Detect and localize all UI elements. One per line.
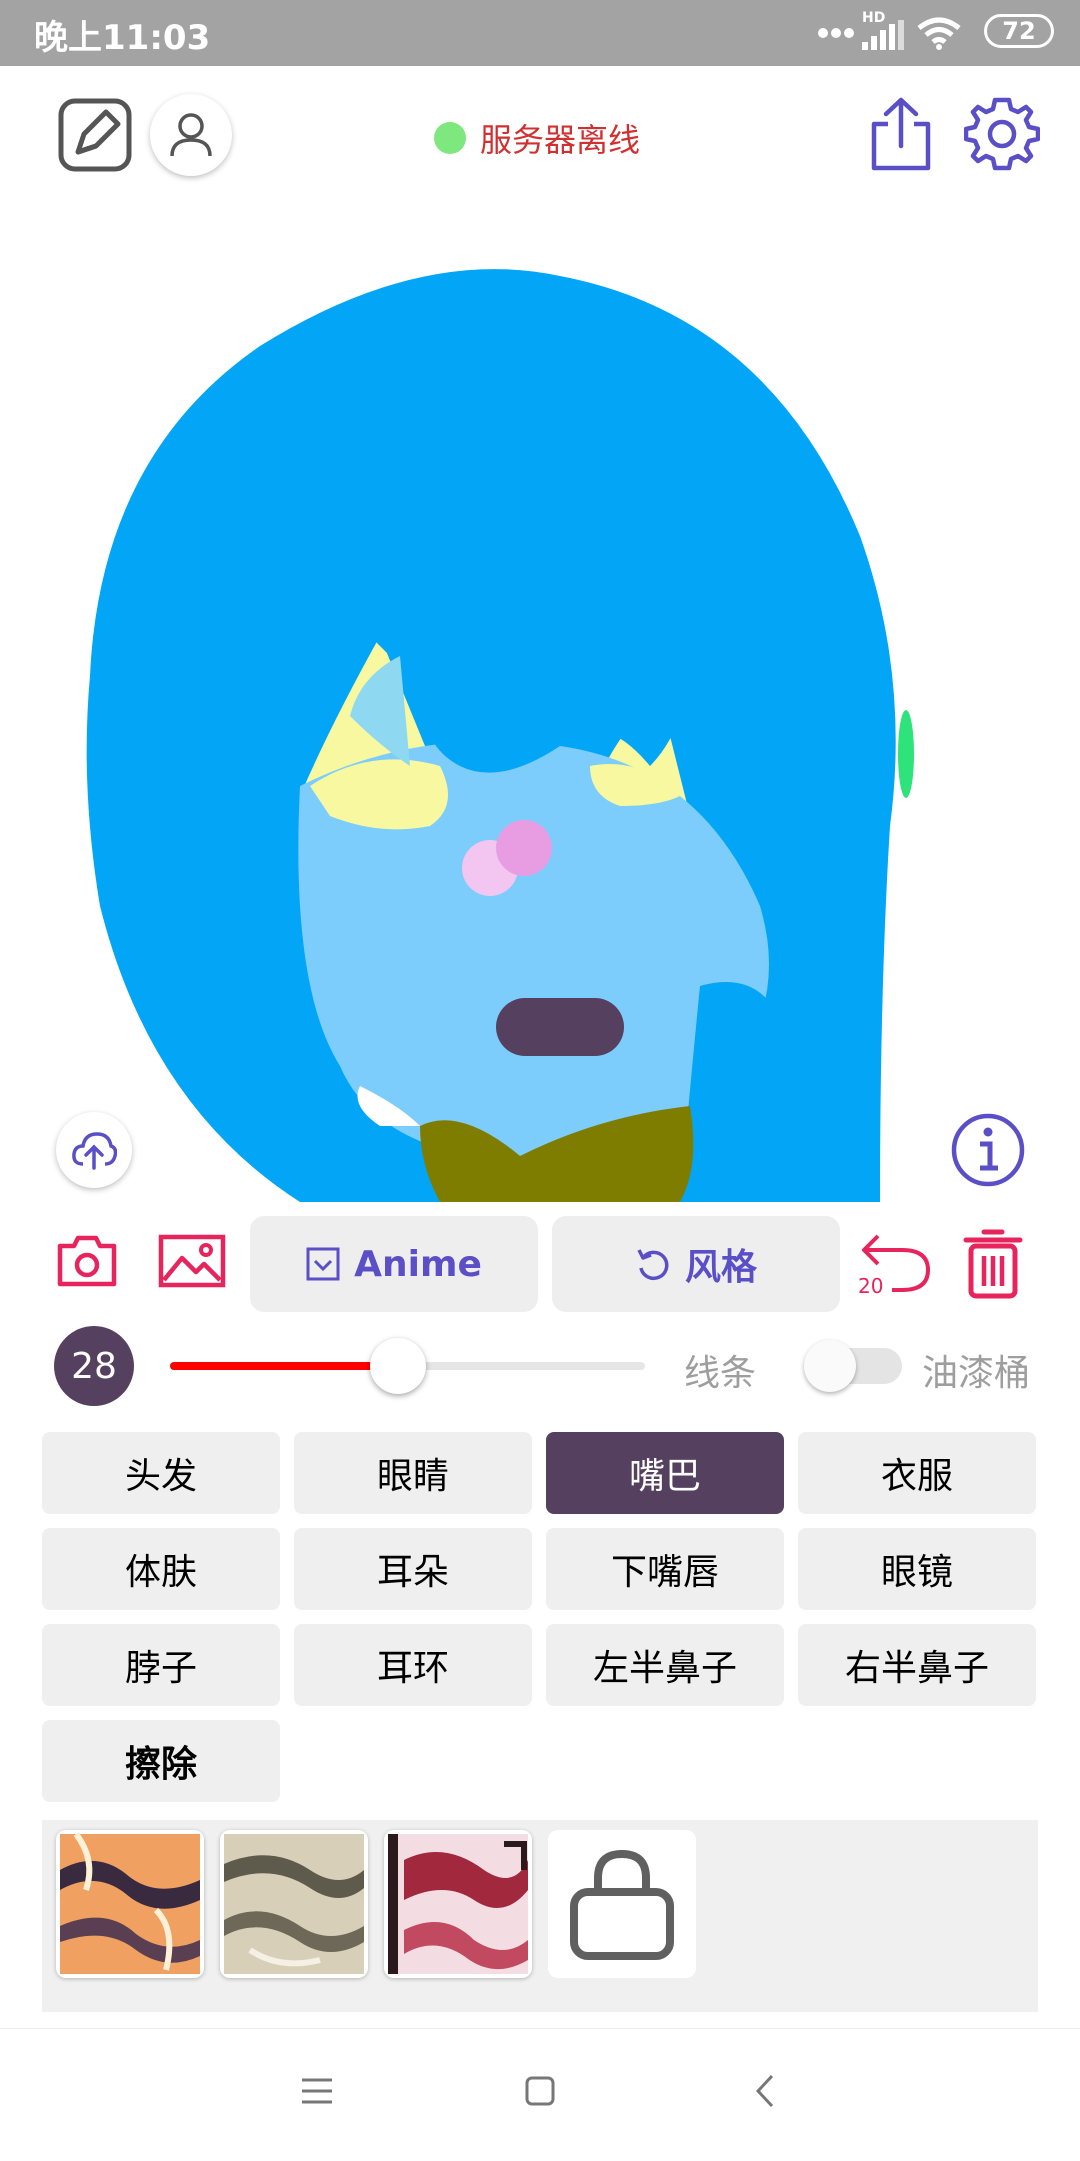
upload-button[interactable] bbox=[56, 1112, 132, 1188]
texture-crimson-swatch bbox=[388, 1834, 528, 1974]
image-icon bbox=[158, 1234, 226, 1288]
share-icon bbox=[871, 97, 931, 171]
user-icon bbox=[170, 113, 212, 157]
lines-label: 线条 bbox=[684, 1353, 757, 1394]
edit-sketch-button[interactable] bbox=[58, 98, 132, 172]
paint-bucket-label: 油漆桶 bbox=[922, 1353, 1031, 1394]
part-button[interactable]: 耳朵 bbox=[294, 1528, 532, 1610]
server-status-dot bbox=[434, 122, 466, 154]
status-bar: 晚上11:03 HD 72 bbox=[0, 0, 1080, 66]
drawing-canvas[interactable] bbox=[0, 206, 1080, 1202]
signal-icon bbox=[862, 20, 904, 50]
brush-size-slider-thumb[interactable] bbox=[370, 1338, 426, 1394]
part-button[interactable]: 下嘴唇 bbox=[546, 1528, 784, 1610]
edit-sketch-icon bbox=[58, 98, 132, 172]
more-dots-icon bbox=[818, 28, 854, 38]
parts-grid: 头发 眼睛 嘴巴 衣服体肤 耳朵 下嘴唇 眼镜脖子 耳环 左半鼻子 右半鼻子擦除 bbox=[42, 1432, 1036, 1802]
server-status: 服务器离线 bbox=[434, 118, 641, 159]
texture-crimson[interactable] bbox=[384, 1830, 532, 1978]
info-button[interactable] bbox=[950, 1112, 1026, 1188]
part-button[interactable]: 脖子 bbox=[42, 1624, 280, 1706]
share-button[interactable] bbox=[868, 96, 934, 172]
texture-orange[interactable] bbox=[56, 1830, 204, 1978]
part-button[interactable]: 右半鼻子 bbox=[798, 1624, 1036, 1706]
gallery-button[interactable] bbox=[158, 1234, 226, 1288]
home-icon[interactable] bbox=[524, 2075, 556, 2107]
camera-icon bbox=[57, 1235, 117, 1287]
undo-button[interactable]: 20 bbox=[858, 1232, 932, 1302]
settings-button[interactable] bbox=[963, 96, 1041, 172]
gear-icon bbox=[963, 97, 1041, 171]
trash-icon bbox=[963, 1229, 1023, 1299]
shop-button[interactable] bbox=[548, 1830, 696, 1978]
undo-count: 20 bbox=[858, 1274, 884, 1298]
part-button[interactable]: 嘴巴 bbox=[546, 1432, 784, 1514]
battery-indicator: 72 bbox=[984, 14, 1054, 48]
anime-label: Anime bbox=[354, 1243, 482, 1285]
style-button[interactable]: 风格 bbox=[552, 1216, 840, 1312]
profile-button[interactable] bbox=[150, 94, 232, 176]
part-button[interactable]: 左半鼻子 bbox=[546, 1624, 784, 1706]
server-status-text: 服务器离线 bbox=[480, 121, 641, 159]
brush-size-slider-fill bbox=[170, 1362, 398, 1370]
brush-size-badge: 28 bbox=[54, 1326, 134, 1406]
info-icon bbox=[951, 1113, 1025, 1187]
part-button[interactable]: 衣服 bbox=[798, 1432, 1036, 1514]
part-button[interactable]: 眼睛 bbox=[294, 1432, 532, 1514]
status-time: 晚上11:03 bbox=[34, 18, 211, 58]
texture-grey[interactable] bbox=[220, 1830, 368, 1978]
anime-button[interactable]: Anime bbox=[250, 1216, 538, 1312]
sketch-drawing bbox=[86, 269, 914, 1202]
part-button[interactable]: 耳环 bbox=[294, 1624, 532, 1706]
texture-strip bbox=[42, 1820, 1038, 2012]
part-button[interactable]: 眼镜 bbox=[798, 1528, 1036, 1610]
texture-grey-swatch bbox=[224, 1834, 364, 1974]
back-icon[interactable] bbox=[754, 2073, 776, 2109]
delete-button[interactable] bbox=[962, 1226, 1024, 1300]
texture-orange-swatch bbox=[60, 1832, 200, 1974]
part-button[interactable]: 体肤 bbox=[42, 1528, 280, 1610]
camera-button[interactable] bbox=[56, 1234, 118, 1288]
mail-box-icon bbox=[306, 1247, 340, 1281]
cloud-upload-icon bbox=[72, 1132, 117, 1170]
menu-icon[interactable] bbox=[300, 2077, 334, 2105]
refresh-icon bbox=[637, 1249, 669, 1281]
part-button[interactable]: 头发 bbox=[42, 1432, 280, 1514]
toolbar: Anime 风格 20 bbox=[0, 1208, 1080, 1324]
part-button[interactable]: 擦除 bbox=[42, 1720, 280, 1802]
shop-bag-icon bbox=[570, 1849, 674, 1960]
style-label: 风格 bbox=[684, 1247, 757, 1288]
wifi-icon bbox=[917, 17, 961, 50]
paint-bucket-toggle-thumb[interactable] bbox=[804, 1340, 856, 1392]
system-nav-bar bbox=[0, 2028, 1080, 2161]
